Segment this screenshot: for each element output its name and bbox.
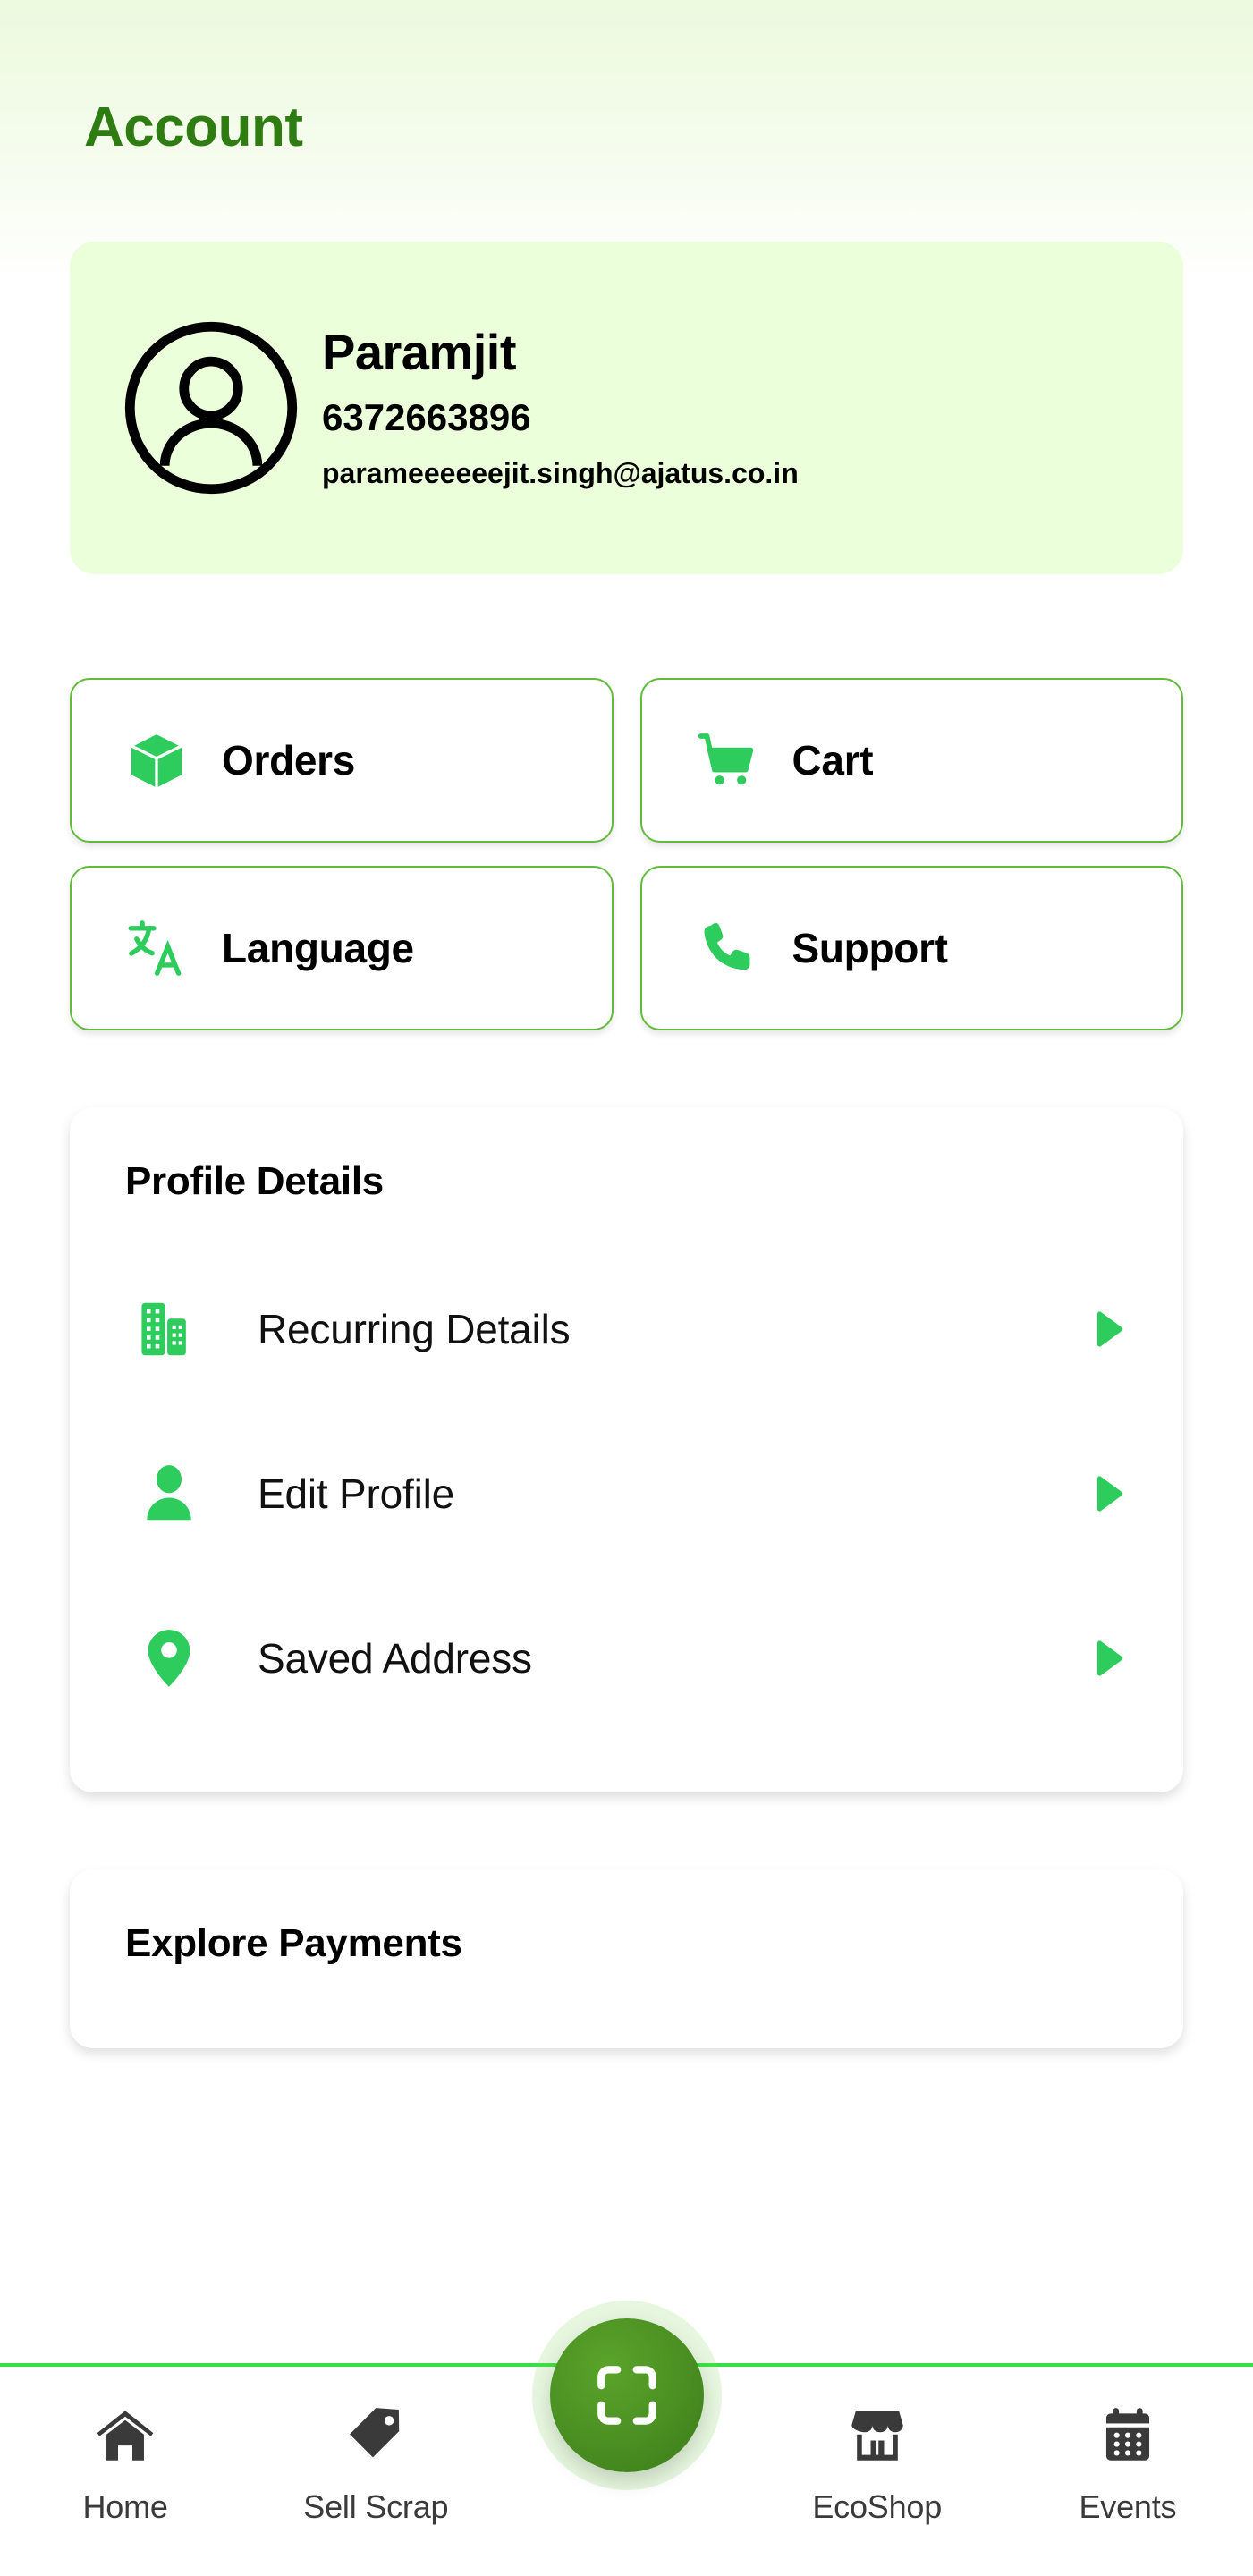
list-item-edit-profile[interactable]: Edit Profile (70, 1411, 1183, 1576)
list-item-label: Edit Profile (258, 1470, 455, 1517)
nav-label: Events (1079, 2488, 1177, 2525)
profile-card[interactable]: Paramjit 6372663896 parameeeeeejit.singh… (70, 242, 1183, 574)
avatar (114, 311, 308, 504)
cart-label: Cart (792, 737, 874, 784)
building-icon (129, 1294, 209, 1364)
orders-label: Orders (222, 737, 356, 784)
nav-item-home[interactable]: Home (0, 2367, 250, 2576)
translate-icon (122, 913, 191, 983)
calendar-icon (1095, 2399, 1161, 2472)
home-icon (92, 2399, 158, 2472)
list-item-label: Recurring Details (258, 1306, 571, 1352)
chevron-right-icon[interactable] (1083, 1471, 1133, 1516)
orders-button[interactable]: Orders (70, 678, 614, 843)
profile-phone: 6372663896 (322, 395, 531, 438)
explore-payments-title: Explore Payments (125, 1921, 462, 1965)
location-pin-icon (129, 1623, 209, 1693)
scan-qr-icon (597, 2366, 656, 2425)
nav-item-sell-scrap[interactable]: Sell Scrap (250, 2367, 501, 2576)
profile-details-title: Profile Details (125, 1159, 384, 1203)
nav-label: Home (82, 2488, 168, 2525)
list-item-label: Saved Address (258, 1635, 532, 1682)
support-label: Support (792, 925, 949, 971)
nav-item-events[interactable]: Events (1003, 2367, 1253, 2576)
store-icon (844, 2399, 910, 2472)
language-button[interactable]: Language (70, 866, 614, 1030)
bottom-navigation: Home Sell Scrap EcoShop Events (0, 2318, 1253, 2576)
profile-details-card: Profile Details Recurring Details Edit P… (70, 1107, 1183, 1792)
page-header: Account (0, 0, 1253, 156)
cart-button[interactable]: Cart (639, 678, 1183, 843)
scan-fab-button[interactable] (549, 2318, 704, 2472)
profile-info: Paramjit 6372663896 parameeeeeejit.singh… (308, 326, 799, 489)
phone-call-icon (692, 913, 762, 983)
nav-item-scan[interactable] (501, 2318, 751, 2576)
page-title: Account (84, 97, 303, 158)
language-label: Language (222, 925, 414, 971)
quick-actions-grid: Orders Cart Language Support (70, 678, 1183, 1030)
profile-details-list: Recurring Details Edit Profile Saved Add… (70, 1204, 1183, 1792)
chevron-right-icon[interactable] (1083, 1636, 1133, 1681)
list-item-saved-address[interactable]: Saved Address (70, 1576, 1183, 1741)
support-button[interactable]: Support (639, 866, 1183, 1030)
profile-name: Paramjit (322, 323, 516, 380)
profile-email: parameeeeeejit.singh@ajatus.co.in (322, 456, 799, 489)
nav-item-ecoshop[interactable]: EcoShop (752, 2367, 1003, 2576)
account-screen: Account Paramjit 6372663896 parameeeeeej… (0, 0, 1253, 2576)
nav-label: Sell Scrap (303, 2488, 449, 2525)
person-icon (129, 1459, 209, 1529)
price-tag-icon (343, 2399, 409, 2472)
list-item-recurring-details[interactable]: Recurring Details (70, 1247, 1183, 1411)
user-circle-icon (124, 321, 298, 495)
shopping-cart-icon (692, 725, 762, 795)
nav-label: EcoShop (812, 2488, 943, 2525)
chevron-right-icon[interactable] (1083, 1307, 1133, 1352)
box-3d-icon (122, 725, 191, 795)
explore-payments-card: Explore Payments (70, 1869, 1183, 2048)
